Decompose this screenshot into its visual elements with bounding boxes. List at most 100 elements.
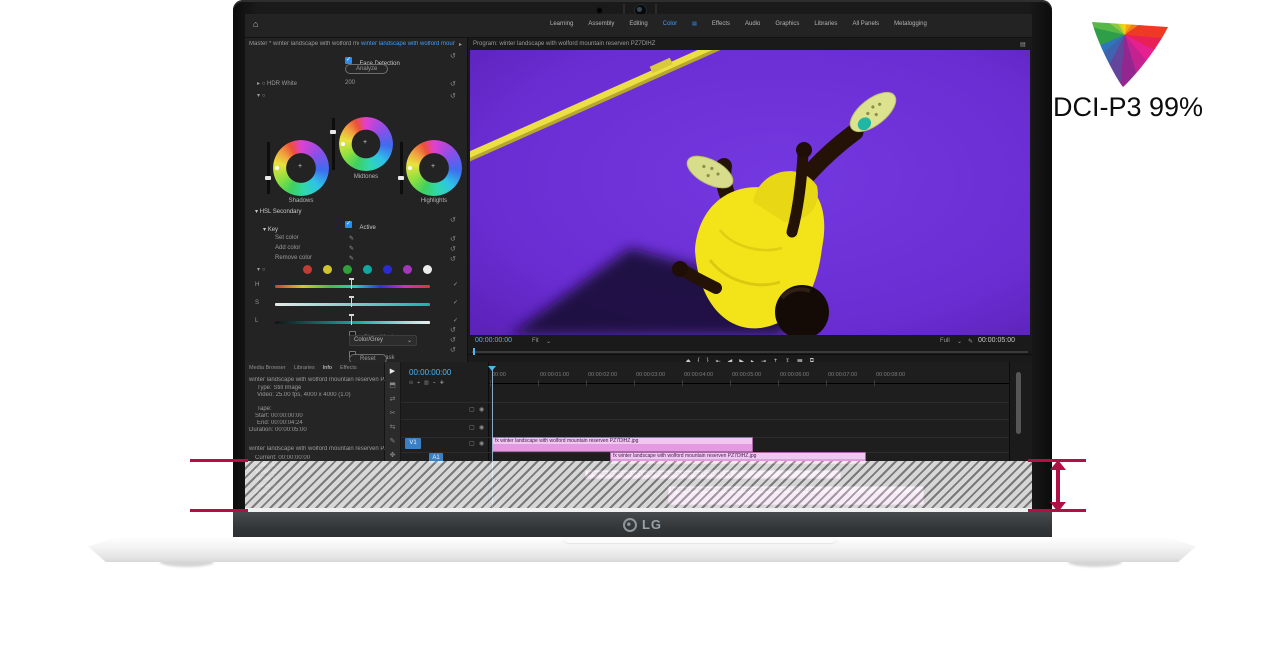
- track-badge-v1[interactable]: V1: [405, 438, 421, 449]
- tab-media-browser[interactable]: Media Browser: [249, 365, 286, 371]
- hdr-white-value[interactable]: 200: [345, 80, 355, 86]
- tab-all-panels[interactable]: All Panels: [852, 21, 879, 27]
- timeline-timecode[interactable]: 00:00:00:00: [409, 368, 451, 377]
- settings-icon[interactable]: ⌁: [433, 380, 436, 386]
- linked-selection-icon[interactable]: ⌖: [417, 380, 420, 386]
- luma-slider[interactable]: [275, 321, 430, 324]
- tab-assembly[interactable]: Assembly: [588, 21, 614, 27]
- eye-icon[interactable]: ◉: [479, 440, 484, 447]
- shadows-luma-slider[interactable]: [267, 142, 270, 194]
- markers-icon[interactable]: ▥: [424, 380, 429, 386]
- section-row[interactable]: ▾ ○: [257, 92, 265, 99]
- swatch-section-toggle[interactable]: ▾ ○: [257, 266, 265, 273]
- reset-show-mask-icon[interactable]: ↺: [450, 326, 456, 334]
- reset-add-color-icon[interactable]: ↺: [450, 245, 456, 253]
- reset-mask-mode-icon[interactable]: ↺: [450, 336, 456, 344]
- saturation-slider[interactable]: [275, 303, 430, 306]
- luma-handle[interactable]: [351, 316, 352, 325]
- highlights-luma-handle[interactable]: [398, 176, 404, 180]
- swatch-red[interactable]: [303, 265, 312, 274]
- razor-tool-icon[interactable]: ✂: [390, 409, 396, 417]
- reset-effect-icon[interactable]: ↺: [450, 52, 456, 60]
- reset-hsl-icon[interactable]: ↺: [450, 216, 456, 224]
- playback-resolution-dropdown[interactable]: Full: [940, 338, 950, 344]
- tab-metalogging[interactable]: Metalogging: [894, 21, 927, 27]
- highlights-luma-slider[interactable]: [400, 142, 403, 194]
- workspace-overflow-icon[interactable]: ▤: [692, 21, 697, 27]
- shadows-luma-handle[interactable]: [265, 176, 271, 180]
- hue-check-icon[interactable]: ✓: [453, 281, 458, 288]
- tab-editing[interactable]: Editing: [629, 21, 647, 27]
- timeline-clip-v2[interactable]: fx winter landscape with wolford mountai…: [492, 437, 753, 452]
- program-playhead[interactable]: [473, 348, 475, 355]
- selection-tool-icon[interactable]: ▶: [390, 367, 395, 375]
- tab-effects[interactable]: Effects: [712, 21, 730, 27]
- remove-color-eyedropper-icon[interactable]: ✎: [349, 255, 354, 262]
- tab-graphics[interactable]: Graphics: [775, 21, 799, 27]
- saturation-check-icon[interactable]: ✓: [453, 299, 458, 306]
- reset-hdr-icon[interactable]: ↺: [450, 80, 456, 88]
- highlights-wheel-handle[interactable]: [408, 166, 412, 170]
- swatch-yellow[interactable]: [323, 265, 332, 274]
- program-current-timecode[interactable]: 00:00:00:00: [475, 337, 512, 344]
- snap-icon[interactable]: ⊙: [409, 380, 413, 386]
- lock-icon[interactable]: ▢: [469, 424, 475, 431]
- zoom-level-dropdown[interactable]: Fit: [532, 338, 539, 344]
- hsl-active-checkbox[interactable]: ✓: [345, 221, 352, 228]
- lock-icon[interactable]: ▢: [469, 440, 475, 447]
- fx-toggle-icon[interactable]: ○: [262, 81, 266, 87]
- lumetri-clip-link[interactable]: winter landscape with wolford mounta...: [361, 41, 455, 47]
- reset-remove-color-icon[interactable]: ↺: [450, 255, 456, 263]
- screen-bottom-strip: [245, 508, 1032, 512]
- slip-tool-icon[interactable]: ⇆: [390, 423, 396, 431]
- fx-toggle-icon[interactable]: ○: [262, 93, 266, 99]
- swatch-white[interactable]: [423, 265, 432, 274]
- analyze-button[interactable]: Analyze: [345, 64, 388, 74]
- tab-libraries[interactable]: Libraries: [814, 21, 837, 27]
- tab-audio[interactable]: Audio: [745, 21, 760, 27]
- swatch-blue[interactable]: [383, 265, 392, 274]
- reset-section-icon[interactable]: ↺: [450, 92, 456, 100]
- set-color-eyedropper-icon[interactable]: ✎: [349, 235, 354, 242]
- home-icon[interactable]: ⌂: [253, 19, 258, 29]
- eye-icon[interactable]: ◉: [479, 424, 484, 431]
- tab-color-active[interactable]: Color: [663, 21, 677, 27]
- tab-learning[interactable]: Learning: [550, 21, 573, 27]
- pen-tool-icon[interactable]: ✎: [390, 437, 396, 445]
- hsl-secondary-header[interactable]: ▾ HSL Secondary: [255, 208, 302, 215]
- ruler-tick: 00:00:07:00: [828, 372, 857, 378]
- ripple-edit-tool-icon[interactable]: ⇄: [390, 395, 396, 403]
- panel-menu-icon[interactable]: ▤: [1020, 41, 1026, 48]
- vertical-scrollbar[interactable]: [1016, 372, 1021, 434]
- add-color-eyedropper-icon[interactable]: ✎: [349, 245, 354, 252]
- saturation-handle[interactable]: [351, 298, 352, 307]
- playhead-marker-icon[interactable]: [488, 366, 496, 371]
- add-track-icon[interactable]: ✚: [440, 380, 444, 386]
- luma-check-icon[interactable]: ✓: [453, 317, 458, 324]
- track-select-tool-icon[interactable]: ⬒: [389, 381, 396, 389]
- midtones-wheel-handle[interactable]: [341, 142, 345, 146]
- program-scrubber[interactable]: [468, 347, 1032, 355]
- midtones-luma-slider[interactable]: [332, 118, 335, 170]
- hand-tool-icon[interactable]: ✥: [390, 451, 396, 459]
- pen-icon[interactable]: ✎: [968, 338, 973, 345]
- swatch-teal[interactable]: [363, 265, 372, 274]
- hue-slider[interactable]: [275, 285, 430, 288]
- tab-info-active[interactable]: Info: [323, 365, 332, 371]
- tab-effects[interactable]: Effects: [340, 365, 357, 371]
- lock-icon[interactable]: ▢: [469, 406, 475, 413]
- tab-libraries[interactable]: Libraries: [294, 365, 315, 371]
- hdr-white-row[interactable]: ▸ ○ HDR White: [257, 80, 297, 87]
- mask-mode-dropdown[interactable]: Color/Grey ⌄: [349, 335, 417, 346]
- reset-invert-mask-icon[interactable]: ↺: [450, 346, 456, 354]
- timeline-ruler[interactable]: 00:00 00:00:01:00 00:00:02:00 00:00:03:0…: [489, 368, 1009, 384]
- key-header[interactable]: ▾ Key: [263, 226, 278, 233]
- eye-icon[interactable]: ◉: [479, 406, 484, 413]
- swatch-green[interactable]: [343, 265, 352, 274]
- hue-handle[interactable]: [351, 280, 352, 289]
- reset-set-color-icon[interactable]: ↺: [450, 235, 456, 243]
- swatch-purple[interactable]: [403, 265, 412, 274]
- panel-expand-icon[interactable]: ▸: [459, 41, 462, 48]
- shadows-wheel-handle[interactable]: [275, 166, 279, 170]
- midtones-luma-handle[interactable]: [330, 130, 336, 134]
